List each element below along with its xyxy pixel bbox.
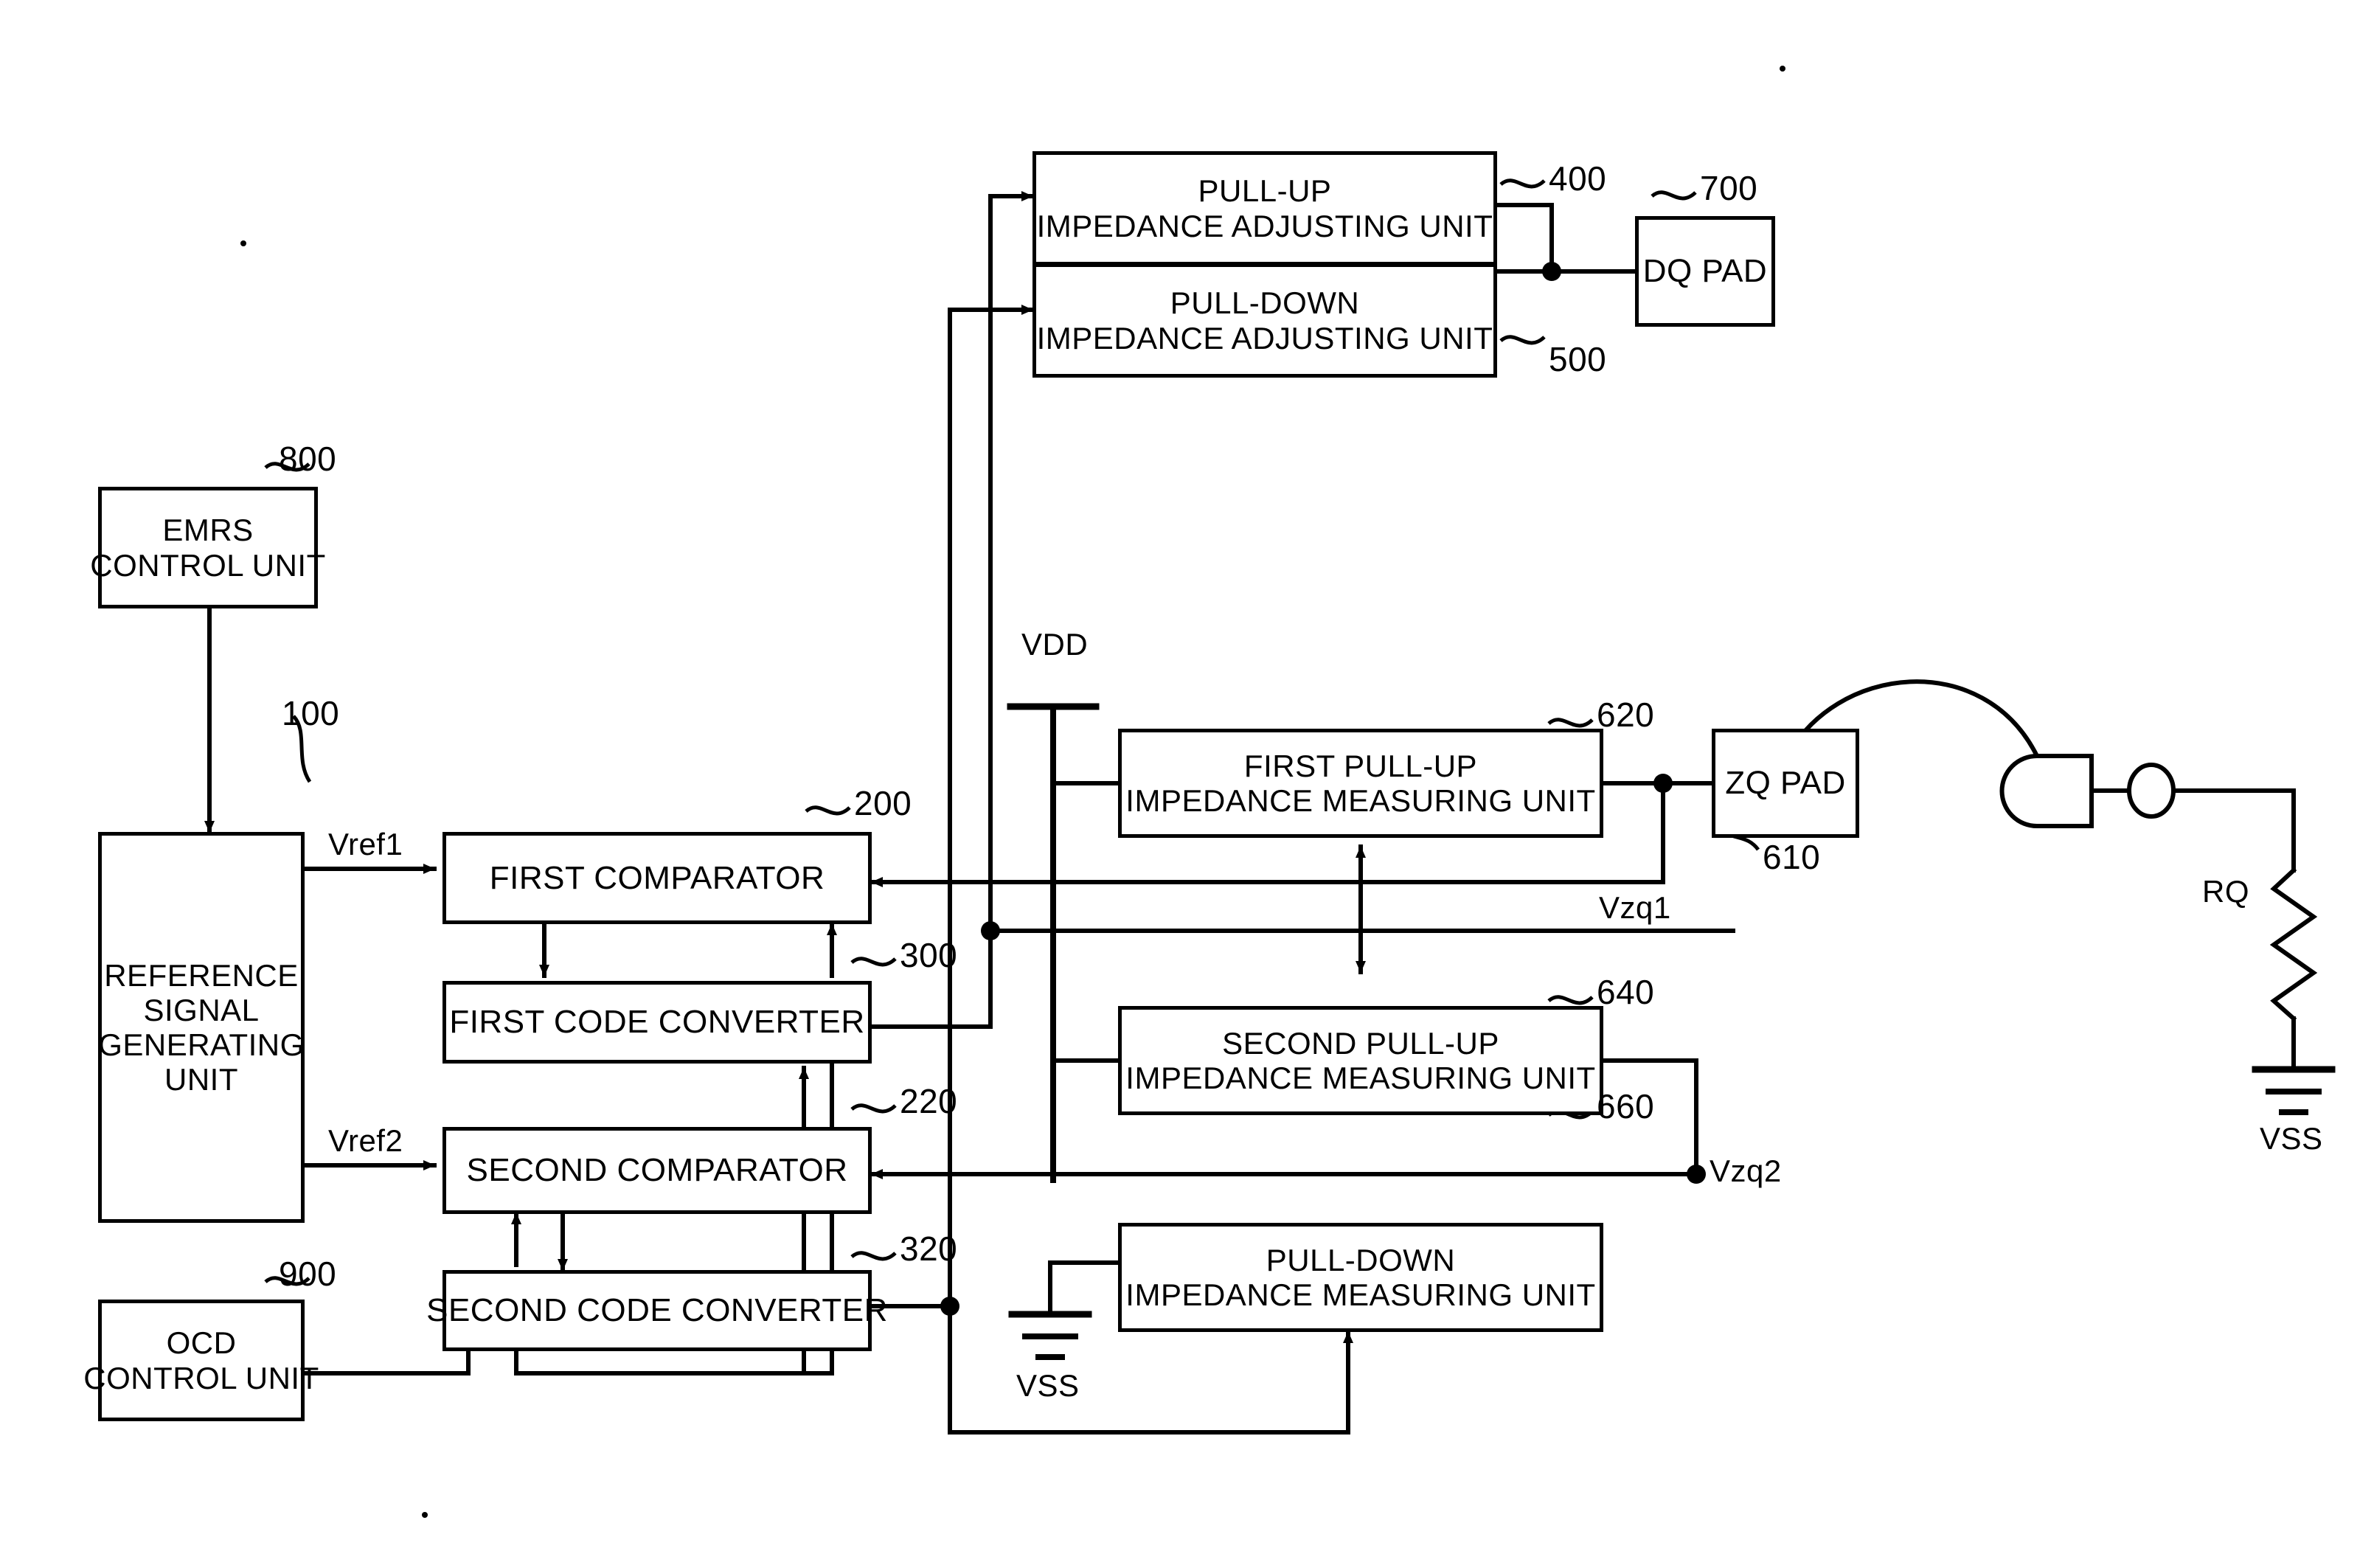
block-reference-signal-generating-unit[interactable]: REFERENCE SIGNAL GENERATING UNIT xyxy=(98,832,305,1223)
block-line: PULL-DOWN xyxy=(1170,285,1360,321)
block-line: IMPEDANCE ADJUSTING UNIT xyxy=(1036,208,1493,243)
ref-number-610: 610 xyxy=(1763,838,1821,876)
ref-number-800: 800 xyxy=(279,440,337,478)
ref-number-660: 660 xyxy=(1597,1087,1655,1125)
block-line: PULL-UP xyxy=(1198,173,1332,209)
block-first-code-converter[interactable]: FIRST CODE CONVERTER xyxy=(442,981,872,1064)
block-line: SECOND CODE CONVERTER xyxy=(426,1292,888,1329)
ref-number-100: 100 xyxy=(282,694,340,732)
patent-figure-canvas: PULL-UP IMPEDANCE ADJUSTING UNIT PULL-DO… xyxy=(0,0,2374,1568)
rail-label-vss-right: VSS xyxy=(2260,1121,2323,1156)
block-line: ZQ PAD xyxy=(1725,765,1846,802)
block-line: IMPEDANCE MEASURING UNIT xyxy=(1125,783,1596,818)
signal-label-vref1: Vref1 xyxy=(328,827,403,861)
component-label-rq: RQ xyxy=(2202,874,2249,909)
block-pull-up-impedance-adjusting-unit[interactable]: PULL-UP IMPEDANCE ADJUSTING UNIT xyxy=(1032,151,1497,266)
block-line: CONTROL UNIT xyxy=(90,547,326,583)
ref-number-640: 640 xyxy=(1597,973,1655,1011)
ref-number-400: 400 xyxy=(1549,159,1607,198)
ref-number-220: 220 xyxy=(900,1082,958,1120)
block-line: PULL-DOWN xyxy=(1266,1242,1456,1277)
block-line: FIRST PULL-UP xyxy=(1243,748,1478,783)
block-pull-down-impedance-measuring-unit[interactable]: PULL-DOWN IMPEDANCE MEASURING UNIT xyxy=(1118,1223,1603,1332)
block-line: OCD xyxy=(166,1325,237,1361)
block-second-comparator[interactable]: SECOND COMPARATOR xyxy=(442,1127,872,1214)
signal-label-vzq1: Vzq1 xyxy=(1599,890,1671,925)
block-pull-down-impedance-adjusting-unit[interactable]: PULL-DOWN IMPEDANCE ADJUSTING UNIT xyxy=(1032,263,1497,378)
ref-number-500: 500 xyxy=(1549,340,1607,378)
block-line: EMRS xyxy=(162,513,254,548)
ref-number-300: 300 xyxy=(900,936,958,974)
block-line: GENERATING xyxy=(98,1027,305,1062)
ball-contact xyxy=(2127,763,2176,819)
block-line: SECOND COMPARATOR xyxy=(466,1152,848,1189)
rail-label-vss-center: VSS xyxy=(1016,1368,1080,1403)
block-first-pull-up-impedance-measuring-unit[interactable]: FIRST PULL-UP IMPEDANCE MEASURING UNIT xyxy=(1118,729,1603,838)
ref-number-320: 320 xyxy=(900,1229,958,1268)
signal-label-vref2: Vref2 xyxy=(328,1123,403,1158)
block-second-pull-up-impedance-measuring-unit[interactable]: SECOND PULL-UP IMPEDANCE MEASURING UNIT xyxy=(1118,1006,1603,1115)
package-lead-shape xyxy=(1999,754,2094,828)
block-line: CONTROL UNIT xyxy=(83,1360,319,1395)
ref-number-900: 900 xyxy=(279,1255,337,1293)
block-second-code-converter[interactable]: SECOND CODE CONVERTER xyxy=(426,1270,887,1351)
block-line: IMPEDANCE MEASURING UNIT xyxy=(1125,1277,1596,1312)
ref-number-620: 620 xyxy=(1597,695,1655,734)
block-line: SECOND PULL-UP xyxy=(1222,1025,1499,1061)
block-first-comparator[interactable]: FIRST COMPARATOR xyxy=(442,832,872,924)
block-line: DQ PAD xyxy=(1642,253,1768,290)
ref-number-700: 700 xyxy=(1700,169,1758,207)
block-line: IMPEDANCE MEASURING UNIT xyxy=(1125,1061,1596,1095)
block-emrs-control-unit[interactable]: EMRS CONTROL UNIT xyxy=(90,487,325,608)
block-ocd-control-unit[interactable]: OCD CONTROL UNIT xyxy=(83,1300,319,1421)
rail-label-vdd: VDD xyxy=(1021,627,1089,662)
ref-number-200: 200 xyxy=(854,784,912,822)
block-line: SIGNAL xyxy=(143,992,260,1027)
block-line: FIRST CODE CONVERTER xyxy=(449,1004,865,1041)
block-line: UNIT xyxy=(164,1062,238,1097)
block-line: FIRST COMPARATOR xyxy=(489,859,825,896)
block-zq-pad[interactable]: ZQ PAD xyxy=(1712,729,1859,838)
block-dq-pad[interactable]: DQ PAD xyxy=(1635,216,1775,327)
block-line: REFERENCE xyxy=(104,957,299,993)
block-line: IMPEDANCE ADJUSTING UNIT xyxy=(1036,320,1493,355)
signal-label-vzq2: Vzq2 xyxy=(1710,1154,1782,1188)
